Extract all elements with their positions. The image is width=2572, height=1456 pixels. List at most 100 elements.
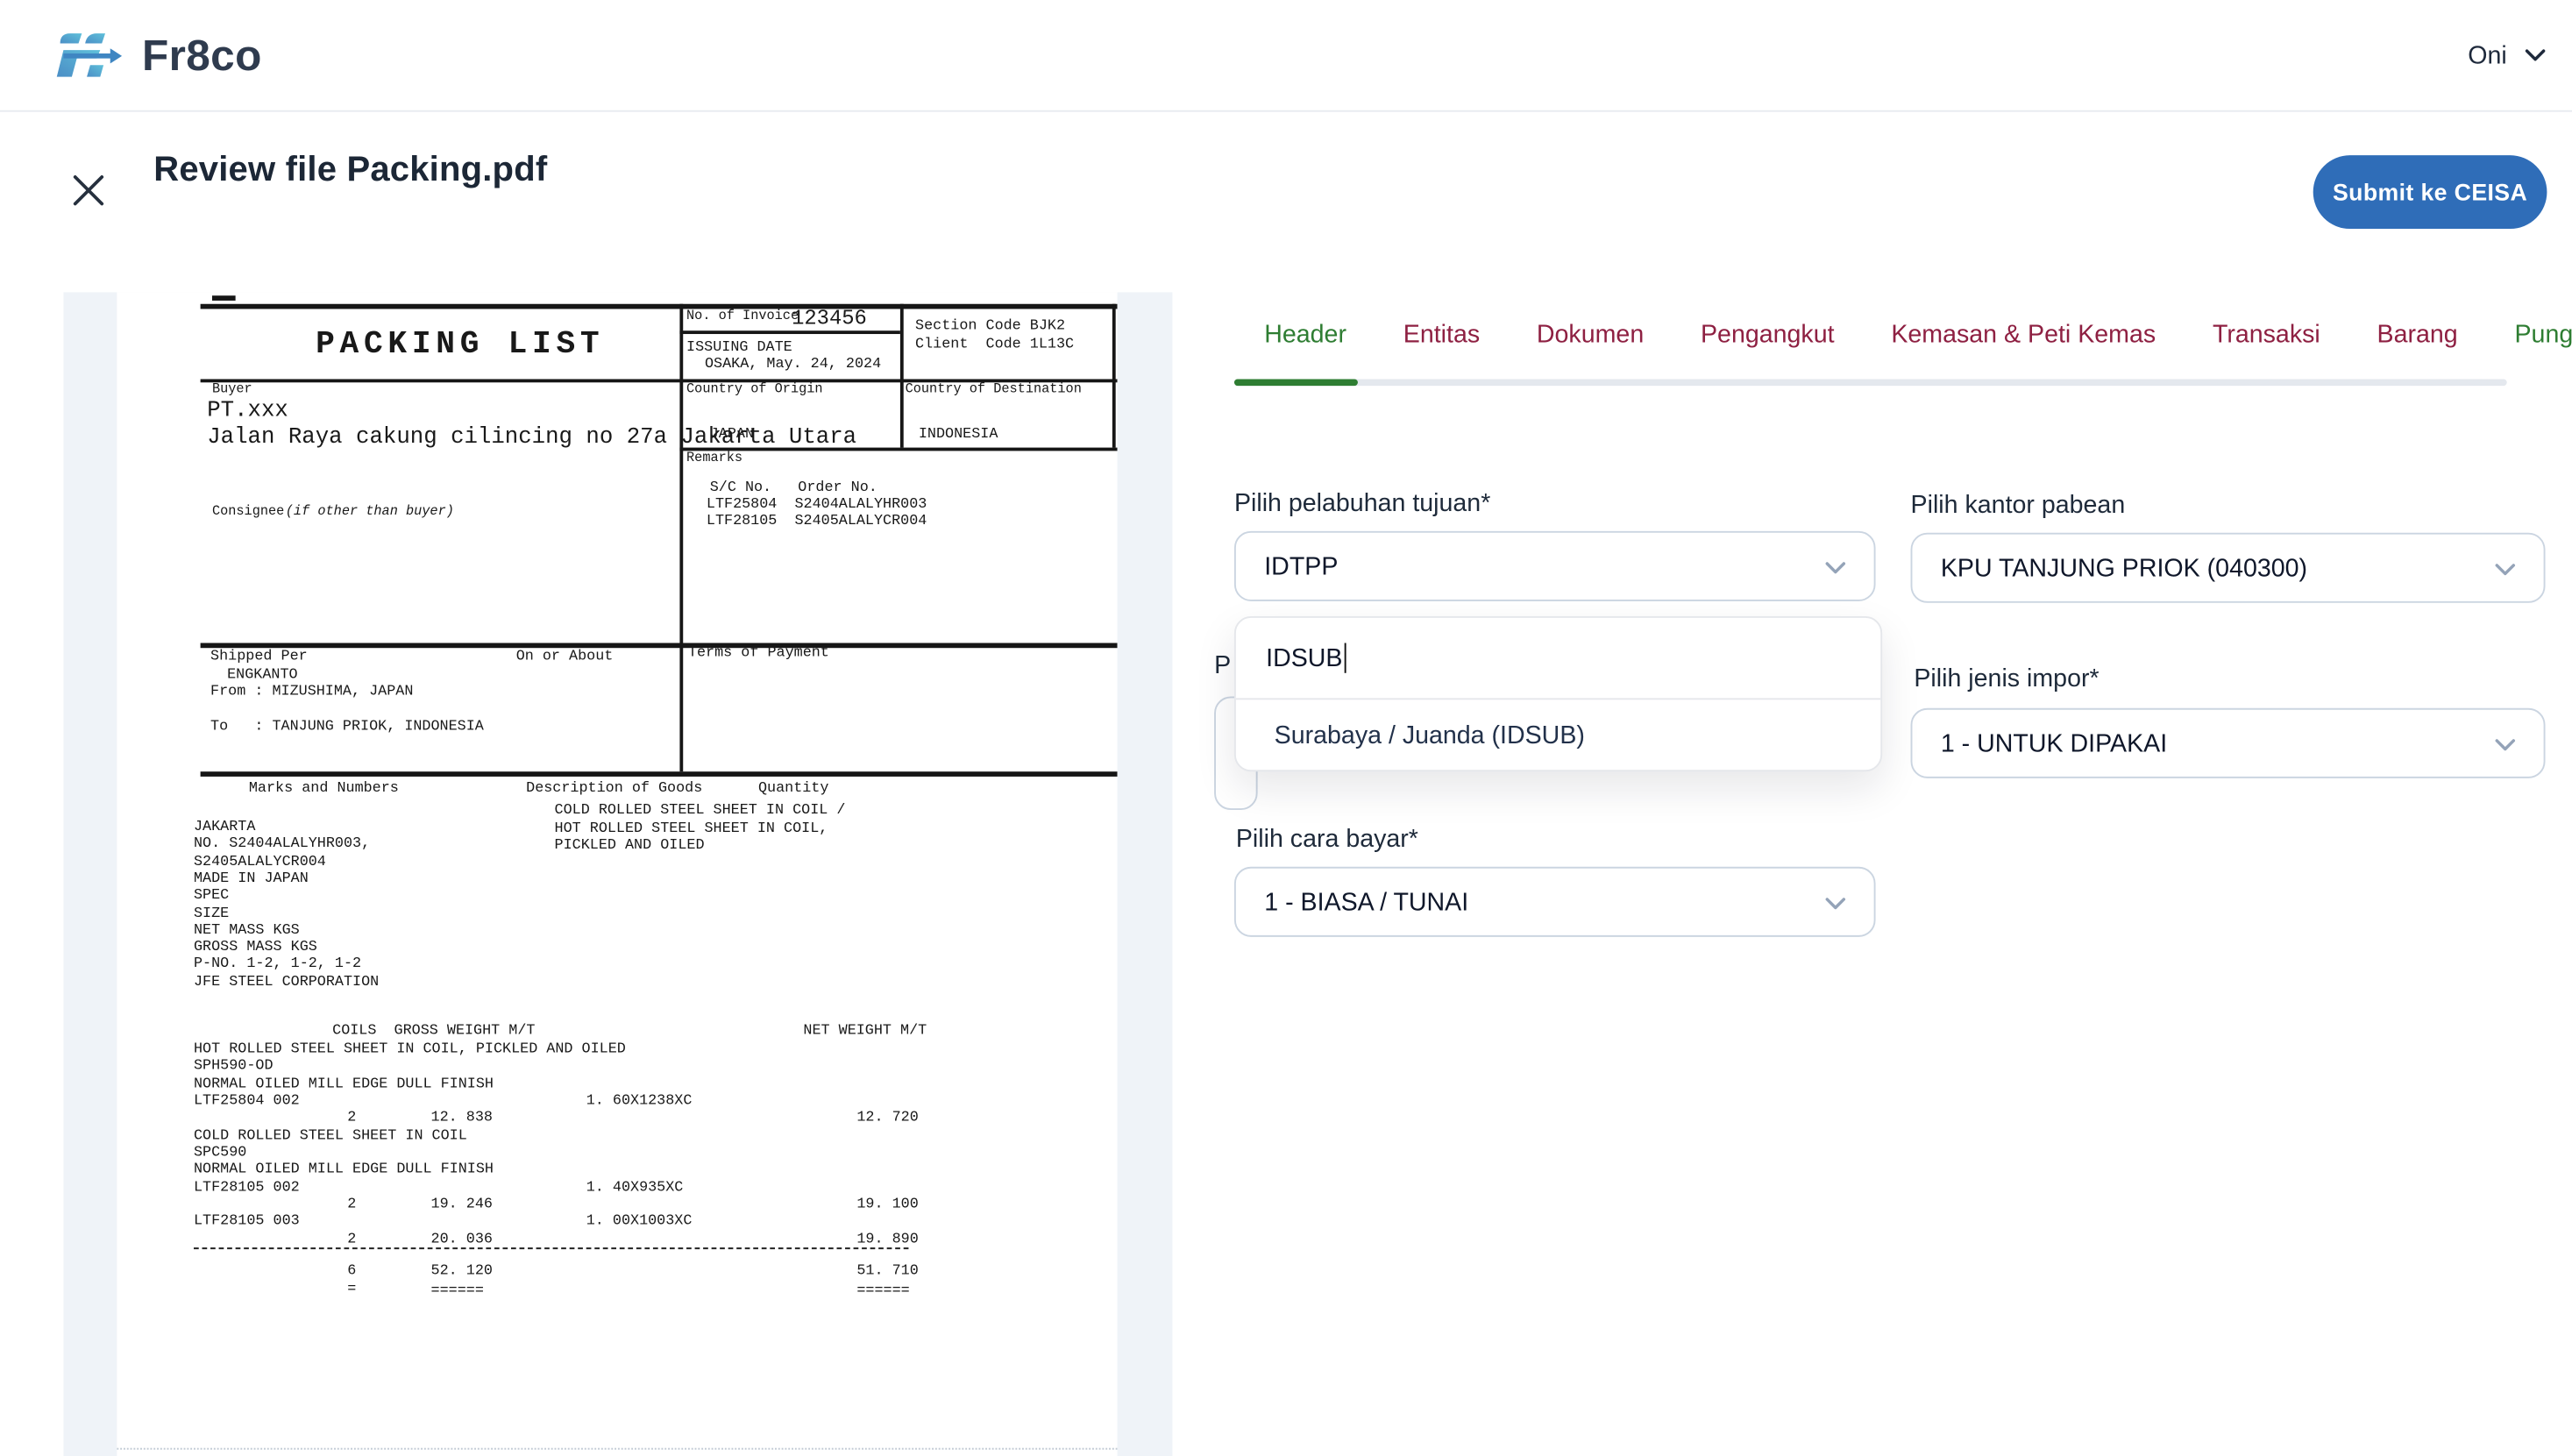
pdf-text: PT.xxx xyxy=(207,399,288,424)
pdf-text: = xyxy=(347,1281,356,1297)
pelabuhan-tujuan-select[interactable]: IDTPP xyxy=(1234,531,1876,601)
pdf-text: ====== xyxy=(856,1282,909,1299)
pdf-table-line xyxy=(194,1247,908,1249)
pdf-text: Country of Destination xyxy=(906,382,1082,397)
pdf-text: Section Code BJK2 xyxy=(915,317,1065,334)
pdf-table-line xyxy=(679,304,682,771)
pdf-text: 12. 838 xyxy=(431,1109,493,1126)
pdf-text: 51. 710 xyxy=(856,1262,918,1279)
pdf-text: HOT ROLLED STEEL SHEET IN COIL, PICKLED … xyxy=(194,1041,626,1057)
tab-header[interactable]: Header xyxy=(1264,321,1346,371)
pdf-text: 2 xyxy=(347,1109,356,1126)
pdf-text: Marks and Numbers xyxy=(249,780,399,797)
cara-bayar-select[interactable]: 1 - BIASA / TUNAI xyxy=(1234,867,1876,937)
pelabuhan-autocomplete-dropdown: IDSUB Surabaya / Juanda (IDSUB) xyxy=(1234,616,1882,771)
tab-entitas[interactable]: Entitas xyxy=(1403,321,1480,371)
pdf-text: (if other than buyer) xyxy=(286,504,454,519)
pdf-table-line xyxy=(212,295,236,301)
fr8co-logo-icon xyxy=(50,26,127,83)
kantor-pabean-value: KPU TANJUNG PRIOK (040300) xyxy=(1941,554,2307,582)
pdf-table-line xyxy=(117,1448,1117,1450)
pdf-text: LTF28105 S2405ALALYCR004 xyxy=(707,513,927,529)
label-kantor-pabean: Pilih kantor pabean xyxy=(1911,491,2126,519)
chevron-down-icon xyxy=(1822,555,1849,588)
pdf-text: Remarks xyxy=(686,451,742,465)
pdf-text: SPC590 xyxy=(194,1144,246,1161)
pdf-text: Description of Goods xyxy=(526,780,702,797)
autocomplete-option-surabaya[interactable]: Surabaya / Juanda (IDSUB) xyxy=(1236,700,1880,771)
pdf-text: JAPAN xyxy=(710,426,754,443)
page-title: Review file Packing.pdf xyxy=(153,150,547,190)
tab-active-indicator xyxy=(1234,379,1358,386)
pdf-text: Jalan Raya cakung cilincing no 27a Jakar… xyxy=(207,426,856,451)
pdf-text: 12. 720 xyxy=(856,1109,918,1126)
pelabuhan-tujuan-value: IDTPP xyxy=(1264,552,1338,580)
pdf-text: ISSUING DATE xyxy=(686,339,792,356)
submit-ke-ceisa-button[interactable]: Submit ke CEISA xyxy=(2313,155,2547,229)
label-cara-bayar: Pilih cara bayar* xyxy=(1236,825,1418,853)
pdf-text: 123456 xyxy=(792,308,867,331)
pdf-table-line xyxy=(1112,304,1115,448)
pdf-text: COLD ROLLED STEEL SHEET IN COIL xyxy=(194,1127,467,1144)
brand: Fr8co xyxy=(50,26,262,83)
autocomplete-search-input[interactable]: IDSUB xyxy=(1236,618,1880,698)
pdf-text: 19. 246 xyxy=(431,1196,493,1212)
pdf-text: 1. 60X1238XC xyxy=(586,1092,693,1109)
pdf-text: LTF25804 002 xyxy=(194,1092,300,1109)
jenis-impor-value: 1 - UNTUK DIPAKAI xyxy=(1941,729,2167,757)
pdf-text: NORMAL OILED MILL EDGE DULL FINISH xyxy=(194,1161,494,1177)
kantor-pabean-select[interactable]: KPU TANJUNG PRIOK (040300) xyxy=(1911,533,2546,603)
pdf-text: Client Code 1L13C xyxy=(915,336,1074,352)
tab-pungutan[interactable]: Pungutan xyxy=(2514,321,2572,371)
pdf-table-line xyxy=(900,304,903,448)
pdf-text: NO. S2404ALALYHR003, xyxy=(194,835,370,852)
pdf-text: 19. 890 xyxy=(856,1231,918,1247)
pdf-text: 2 xyxy=(347,1196,356,1212)
pdf-text: From : MIZUSHIMA, JAPAN xyxy=(210,683,413,700)
tab-transaksi[interactable]: Transaksi xyxy=(2213,321,2320,371)
pdf-text: GROSS MASS KGS xyxy=(194,939,317,955)
pdf-text: 20. 036 xyxy=(431,1231,493,1247)
jenis-impor-select[interactable]: 1 - UNTUK DIPAKAI xyxy=(1911,708,2546,778)
pdf-text: NET MASS KGS xyxy=(194,922,300,939)
pdf-text: 6 xyxy=(347,1262,356,1279)
pdf-text: Quantity xyxy=(758,780,828,797)
pdf-text: 19. 100 xyxy=(856,1196,918,1212)
pdf-viewer[interactable]: PACKING LISTNo. of Invoice123456ISSUING … xyxy=(63,292,1172,1456)
pdf-text: PACKING LIST xyxy=(316,326,604,363)
pdf-text: 1. 00X1003XC xyxy=(586,1212,693,1229)
pdf-text: COLD ROLLED STEEL SHEET IN COIL / xyxy=(555,801,846,818)
label-pelabuhan-tujuan: Pilih pelabuhan tujuan* xyxy=(1234,489,1490,517)
tab-kemasan-peti-kemas[interactable]: Kemasan & Peti Kemas xyxy=(1891,321,2156,371)
text-caret xyxy=(1344,643,1346,673)
tab-track xyxy=(1234,379,2507,386)
pdf-text: PICKLED AND OILED xyxy=(555,837,705,854)
user-name: Oni xyxy=(2468,41,2506,69)
tab-pengangkut[interactable]: Pengangkut xyxy=(1701,321,1835,371)
pdf-text: HOT ROLLED STEEL SHEET IN COIL, xyxy=(555,820,828,836)
cara-bayar-value: 1 - BIASA / TUNAI xyxy=(1264,888,1468,916)
pdf-text: Terms of Payment xyxy=(688,644,829,661)
pdf-text: Country of Origin xyxy=(686,382,823,397)
chevron-down-icon xyxy=(2492,556,2519,589)
app-header: Fr8co Oni xyxy=(0,0,2572,112)
tab-barang[interactable]: Barang xyxy=(2377,321,2458,371)
pdf-text: NET WEIGHT M/T xyxy=(803,1022,927,1039)
pdf-text: LTF28105 003 xyxy=(194,1212,300,1229)
pdf-text: SPEC xyxy=(194,887,229,904)
pdf-text: LTF28105 002 xyxy=(194,1179,300,1196)
pdf-text: JFE STEEL CORPORATION xyxy=(194,974,379,991)
app-canvas: Fr8co Oni Review file Packing.pdf Submit… xyxy=(0,0,2572,1456)
close-icon[interactable] xyxy=(67,168,110,212)
pdf-text: COILS GROSS WEIGHT M/T xyxy=(332,1022,535,1039)
form-tabs: Header Entitas Dokumen Pengangkut Kemasan & … xyxy=(1264,321,2572,371)
chevron-down-icon xyxy=(1822,890,1849,923)
user-menu[interactable]: Oni xyxy=(2468,0,2548,110)
pdf-text: LTF25804 S2404ALALYHR003 xyxy=(707,496,927,513)
pdf-text: ====== xyxy=(431,1282,484,1299)
tab-dokumen[interactable]: Dokumen xyxy=(1537,321,1644,371)
pdf-table-line xyxy=(201,304,1118,309)
pdf-text: P-NO. 1-2, 1-2, 1-2 xyxy=(194,955,361,972)
pdf-text: Buyer xyxy=(212,382,252,397)
pdf-text: 2 xyxy=(347,1231,356,1247)
